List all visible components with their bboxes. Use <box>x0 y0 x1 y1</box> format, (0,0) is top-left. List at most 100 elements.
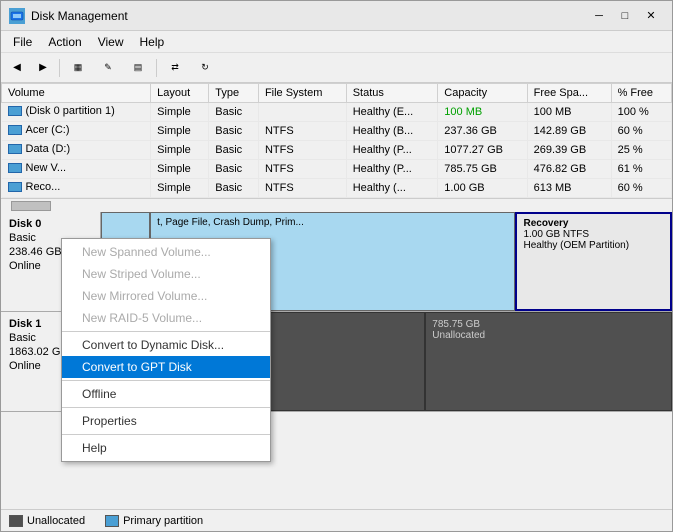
ctx-separator-1 <box>62 331 270 332</box>
cell-fs: NTFS <box>258 160 346 179</box>
toolbar-btn-5[interactable]: ↻ <box>191 57 219 79</box>
cell-type: Basic <box>209 141 259 160</box>
disk0-partition-recovery[interactable]: Recovery 1.00 GB NTFS Healthy (OEM Parti… <box>515 212 672 311</box>
cell-type: Basic <box>209 160 259 179</box>
toolbar-btn-1[interactable]: ▦ <box>64 57 92 79</box>
disk0-partition-main-desc: t, Page File, Crash Dump, Prim... <box>157 217 508 228</box>
legend-primary-label: Primary partition <box>123 515 203 527</box>
cell-status: Healthy (E... <box>346 103 438 122</box>
cell-capacity: 785.75 GB <box>438 160 527 179</box>
volume-table: Volume Layout Type File System Status Ca… <box>1 83 672 198</box>
toolbar-btn-4[interactable]: ⇄ <box>161 57 189 79</box>
ctx-offline[interactable]: Offline <box>62 383 270 405</box>
table-row[interactable]: New V... Simple Basic NTFS Healthy (P...… <box>2 160 672 179</box>
col-status[interactable]: Status <box>346 84 438 103</box>
col-pctfree[interactable]: % Free <box>611 84 671 103</box>
disk1-partition-unalloc2[interactable]: 785.75 GB Unallocated <box>425 312 672 411</box>
ctx-separator-2 <box>62 380 270 381</box>
ctx-new-raid5[interactable]: New RAID-5 Volume... <box>62 307 270 329</box>
table-row[interactable]: Acer (C:) Simple Basic NTFS Healthy (B..… <box>2 122 672 141</box>
cell-volume: (Disk 0 partition 1) <box>2 103 151 122</box>
cell-layout: Simple <box>151 122 209 141</box>
menu-action[interactable]: Action <box>40 33 89 51</box>
toolbar-separator-2 <box>156 59 157 77</box>
close-button[interactable]: ✕ <box>638 6 664 26</box>
legend-primary: Primary partition <box>105 515 203 527</box>
cell-fs: NTFS <box>258 122 346 141</box>
table-area: Volume Layout Type File System Status Ca… <box>1 83 672 198</box>
main-content: Volume Layout Type File System Status Ca… <box>1 83 672 509</box>
cell-free: 476.82 GB <box>527 160 611 179</box>
cell-pct: 25 % <box>611 141 671 160</box>
cell-type: Basic <box>209 103 259 122</box>
toolbar-btn-2[interactable]: ✎ <box>94 57 122 79</box>
scrollbar-thumb[interactable] <box>11 201 51 211</box>
menu-bar: File Action View Help <box>1 31 672 53</box>
ctx-convert-dynamic[interactable]: Convert to Dynamic Disk... <box>62 334 270 356</box>
col-type[interactable]: Type <box>209 84 259 103</box>
disk-management-window: Disk Management ─ □ ✕ File Action View H… <box>0 0 673 532</box>
menu-file[interactable]: File <box>5 33 40 51</box>
cell-status: Healthy (P... <box>346 160 438 179</box>
back-button[interactable]: ◀ <box>5 57 29 79</box>
cell-capacity: 1.00 GB <box>438 179 527 198</box>
disk1-unalloc2-size: 785.75 GB <box>432 319 665 330</box>
cell-status: Healthy (... <box>346 179 438 198</box>
cell-free: 269.39 GB <box>527 141 611 160</box>
disk0-name: Disk 0 <box>9 218 92 230</box>
cell-layout: Simple <box>151 103 209 122</box>
cell-pct: 100 % <box>611 103 671 122</box>
cell-volume: Acer (C:) <box>2 122 151 141</box>
toolbar-separator-1 <box>59 59 60 77</box>
toolbar-btn-3[interactable]: ▤ <box>124 57 152 79</box>
ctx-new-spanned[interactable]: New Spanned Volume... <box>62 241 270 263</box>
table-row[interactable]: (Disk 0 partition 1) Simple Basic Health… <box>2 103 672 122</box>
window-title: Disk Management <box>31 9 128 23</box>
cell-fs: NTFS <box>258 179 346 198</box>
cell-status: Healthy (P... <box>346 141 438 160</box>
col-filesystem[interactable]: File System <box>258 84 346 103</box>
legend-unallocated: Unallocated <box>9 515 85 527</box>
table-row[interactable]: Reco... Simple Basic NTFS Healthy (... 1… <box>2 179 672 198</box>
window-controls: ─ □ ✕ <box>586 6 664 26</box>
cell-capacity: 237.36 GB <box>438 122 527 141</box>
cell-volume: Reco... <box>2 179 151 198</box>
legend-unallocated-label: Unallocated <box>27 515 85 527</box>
col-freespace[interactable]: Free Spa... <box>527 84 611 103</box>
ctx-convert-gpt[interactable]: Convert to GPT Disk <box>62 356 270 378</box>
cell-volume: New V... <box>2 160 151 179</box>
ctx-separator-4 <box>62 434 270 435</box>
menu-view[interactable]: View <box>90 33 132 51</box>
context-menu: New Spanned Volume... New Striped Volume… <box>61 238 271 462</box>
forward-button[interactable]: ▶ <box>31 57 55 79</box>
cell-capacity: 1077.27 GB <box>438 141 527 160</box>
legend-primary-box <box>105 515 119 527</box>
col-capacity[interactable]: Capacity <box>438 84 527 103</box>
ctx-help[interactable]: Help <box>62 437 270 459</box>
menu-help[interactable]: Help <box>132 33 173 51</box>
maximize-button[interactable]: □ <box>612 6 638 26</box>
col-volume[interactable]: Volume <box>2 84 151 103</box>
title-bar-left: Disk Management <box>9 8 128 24</box>
toolbar: ◀ ▶ ▦ ✎ ▤ ⇄ ↻ <box>1 53 672 83</box>
col-layout[interactable]: Layout <box>151 84 209 103</box>
recovery-status: Healthy (OEM Partition) <box>523 240 664 251</box>
cell-fs: NTFS <box>258 141 346 160</box>
ctx-new-mirrored[interactable]: New Mirrored Volume... <box>62 285 270 307</box>
minimize-button[interactable]: ─ <box>586 6 612 26</box>
disk1-unalloc2-label: Unallocated <box>432 330 665 341</box>
cell-status: Healthy (B... <box>346 122 438 141</box>
ctx-separator-3 <box>62 407 270 408</box>
cell-capacity: 100 MB <box>438 103 527 122</box>
recovery-size: 1.00 GB NTFS <box>523 229 664 240</box>
title-bar: Disk Management ─ □ ✕ <box>1 1 672 31</box>
ctx-new-striped[interactable]: New Striped Volume... <box>62 263 270 285</box>
app-icon <box>9 8 25 24</box>
table-row[interactable]: Data (D:) Simple Basic NTFS Healthy (P..… <box>2 141 672 160</box>
table-scrollbar[interactable] <box>1 198 672 212</box>
cell-volume: Data (D:) <box>2 141 151 160</box>
cell-free: 613 MB <box>527 179 611 198</box>
cell-pct: 60 % <box>611 179 671 198</box>
ctx-properties[interactable]: Properties <box>62 410 270 432</box>
cell-layout: Simple <box>151 179 209 198</box>
